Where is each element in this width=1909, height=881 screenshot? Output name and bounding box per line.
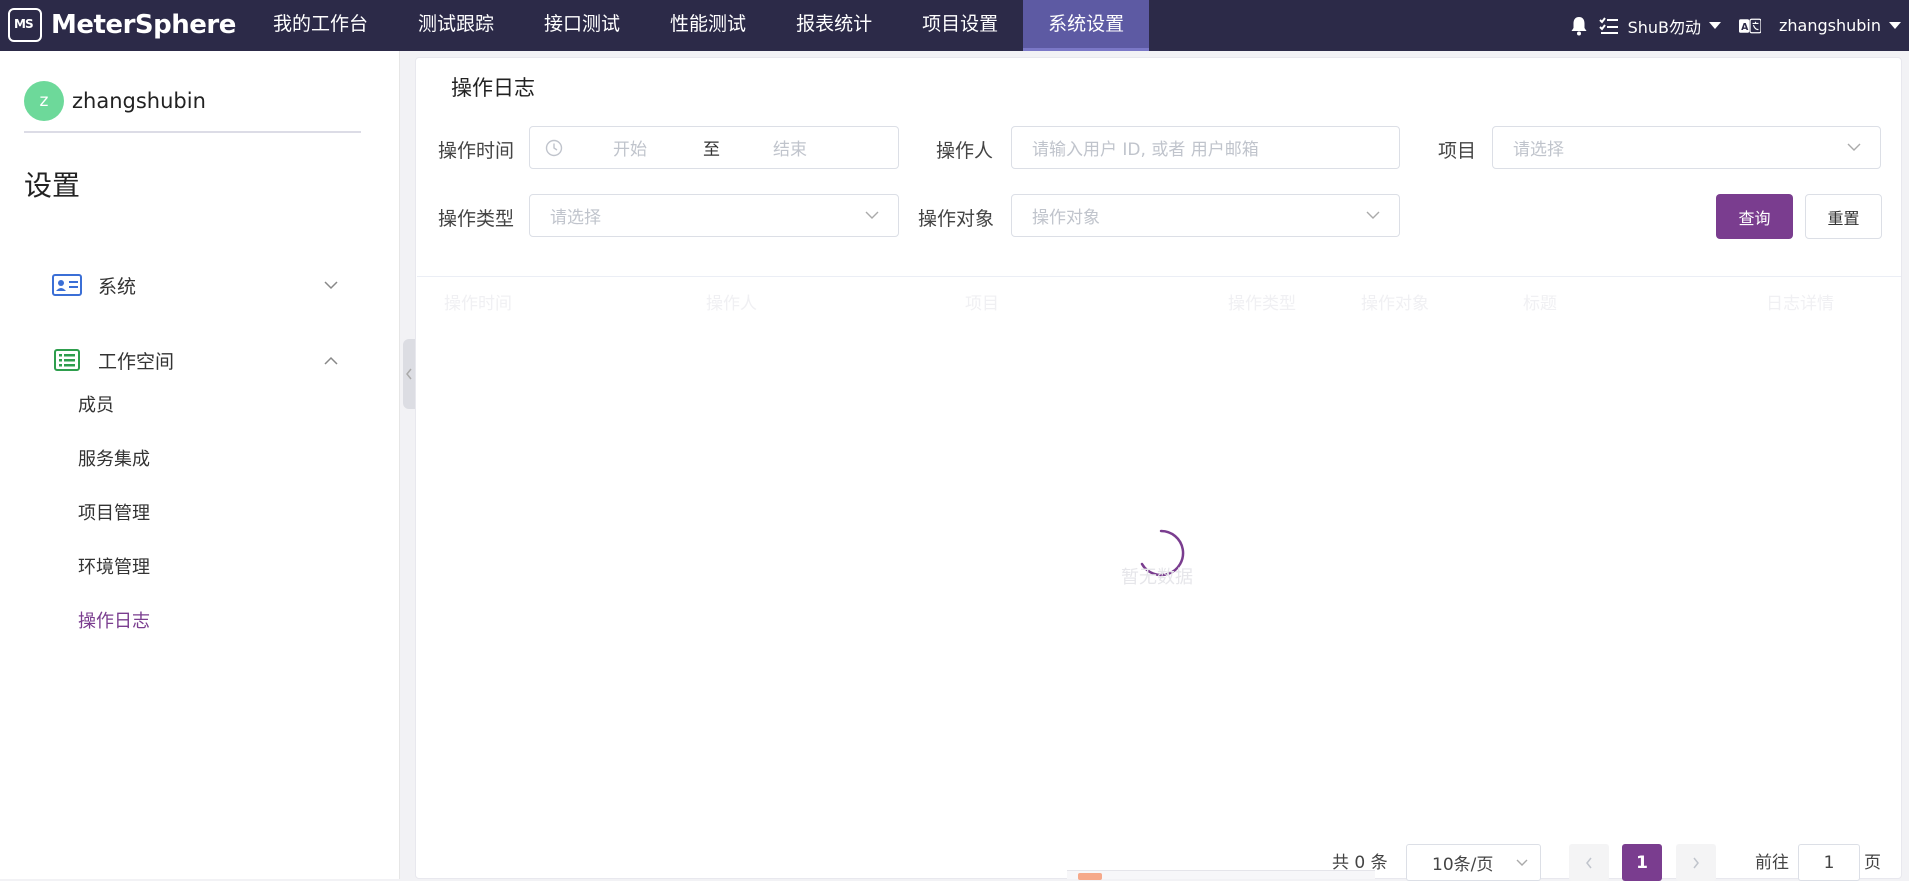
object-placeholder: 操作对象 bbox=[1032, 208, 1100, 228]
operation-type-select[interactable]: 请选择 bbox=[529, 194, 899, 237]
page-size-value: 10条/页 bbox=[1432, 855, 1494, 875]
type-filter-label: 操作类型 bbox=[438, 208, 515, 230]
page-size-select[interactable]: 10条/页 bbox=[1406, 844, 1541, 881]
logo-text: MeterSphere bbox=[51, 10, 236, 40]
bell-icon[interactable] bbox=[1568, 15, 1590, 37]
nav-system-settings[interactable]: 系统设置 bbox=[1023, 0, 1150, 51]
list-icon bbox=[52, 348, 82, 372]
time-start-placeholder: 开始 bbox=[613, 140, 647, 160]
sidebar-username: zhangshubin bbox=[72, 89, 206, 113]
goto-label: 前往 bbox=[1755, 853, 1789, 873]
main-nav: 我的工作台 测试跟踪 接口测试 性能测试 报表统计 项目设置 系统设置 bbox=[248, 0, 1150, 51]
time-range-picker[interactable]: 开始 至 结束 bbox=[529, 126, 899, 169]
workspace-dropdown-icon[interactable] bbox=[1709, 22, 1721, 29]
nav-performance-test[interactable]: 性能测试 bbox=[645, 0, 771, 51]
nav-reports[interactable]: 报表统计 bbox=[771, 0, 897, 51]
chevron-down-icon bbox=[862, 206, 882, 226]
task-list-icon[interactable] bbox=[1598, 15, 1620, 37]
type-placeholder: 请选择 bbox=[550, 208, 601, 228]
time-filter-label: 操作时间 bbox=[438, 140, 515, 162]
avatar: z bbox=[24, 81, 64, 121]
operator-input[interactable]: 请输入用户 ID, 或者 用户邮箱 bbox=[1011, 126, 1400, 169]
sidebar-item-service-integration[interactable]: 服务集成 bbox=[78, 445, 150, 471]
sidebar-item-environment-management[interactable]: 环境管理 bbox=[78, 553, 150, 579]
sidebar-title: 设置 bbox=[24, 169, 81, 202]
query-button[interactable]: 查询 bbox=[1716, 194, 1793, 239]
nav-project-settings[interactable]: 项目设置 bbox=[897, 0, 1023, 51]
project-filter-label: 项目 bbox=[1438, 140, 1477, 162]
sidebar-item-operation-log[interactable]: 操作日志 bbox=[78, 607, 150, 633]
operator-filter-label: 操作人 bbox=[936, 140, 994, 162]
clock-icon bbox=[545, 139, 563, 157]
column-header-title: 标题 bbox=[1523, 294, 1557, 314]
operation-object-select[interactable]: 操作对象 bbox=[1011, 194, 1400, 237]
sidebar-group-system[interactable]: 系统 bbox=[52, 263, 342, 307]
user-dropdown-icon[interactable] bbox=[1889, 22, 1901, 29]
language-icon[interactable]: A bbox=[1739, 15, 1761, 37]
operator-placeholder: 请输入用户 ID, 或者 用户邮箱 bbox=[1032, 140, 1259, 160]
sidebar-item-members[interactable]: 成员 bbox=[78, 391, 114, 417]
header-actions: ShuB勿动 A zhangshubin bbox=[1568, 0, 1909, 51]
column-header-project: 项目 bbox=[965, 294, 999, 314]
chevron-right-icon bbox=[1693, 857, 1699, 868]
nav-api-test[interactable]: 接口测试 bbox=[519, 0, 645, 51]
chevron-down-icon bbox=[1363, 206, 1383, 226]
table-divider bbox=[417, 276, 1901, 277]
chevron-down-icon bbox=[1516, 859, 1528, 866]
id-card-icon bbox=[52, 273, 82, 297]
workspace-switcher[interactable]: ShuB勿动 bbox=[1628, 14, 1701, 38]
sidebar-item-project-management[interactable]: 项目管理 bbox=[78, 499, 150, 525]
sidebar-user: z zhangshubin bbox=[24, 81, 361, 133]
notification-toast[interactable] bbox=[1067, 870, 1375, 880]
column-header-operator: 操作人 bbox=[706, 294, 757, 314]
column-header-details: 日志详情 bbox=[1766, 294, 1834, 314]
object-filter-label: 操作对象 bbox=[918, 208, 995, 230]
sidebar-group-workspace[interactable]: 工作空间 bbox=[52, 338, 342, 382]
operation-log-panel: 操作日志 操作时间 开始 至 结束 操作人 请输入用户 ID, 或者 用户邮箱 … bbox=[415, 57, 1902, 881]
column-header-time: 操作时间 bbox=[444, 294, 512, 314]
sidebar-collapse-handle[interactable] bbox=[403, 339, 415, 409]
column-header-object: 操作对象 bbox=[1361, 294, 1429, 314]
project-placeholder: 请选择 bbox=[1513, 140, 1564, 160]
next-page-button[interactable] bbox=[1676, 844, 1716, 881]
sidebar-group-label: 系统 bbox=[98, 275, 137, 298]
nav-test-tracking[interactable]: 测试跟踪 bbox=[393, 0, 519, 51]
chevron-left-icon bbox=[1586, 857, 1592, 868]
svg-text:A: A bbox=[1741, 21, 1749, 32]
user-menu[interactable]: zhangshubin bbox=[1779, 16, 1881, 35]
logo[interactable]: MeterSphere bbox=[8, 5, 236, 45]
time-range-separator: 至 bbox=[703, 140, 720, 160]
nav-my-workbench[interactable]: 我的工作台 bbox=[248, 0, 393, 51]
project-select[interactable]: 请选择 bbox=[1492, 126, 1881, 169]
page-suffix: 页 bbox=[1864, 853, 1881, 873]
page-title: 操作日志 bbox=[451, 76, 535, 100]
reset-button[interactable]: 重置 bbox=[1805, 194, 1882, 239]
chevron-up-icon bbox=[324, 353, 338, 367]
chevron-down-icon bbox=[1844, 138, 1864, 158]
sidebar-group-label: 工作空间 bbox=[98, 350, 175, 373]
empty-table-text: 暂无数据 bbox=[1121, 567, 1193, 588]
column-header-type: 操作类型 bbox=[1228, 294, 1296, 314]
prev-page-button[interactable] bbox=[1569, 844, 1609, 881]
page-number-current[interactable]: 1 bbox=[1622, 844, 1662, 881]
goto-page-input[interactable]: 1 bbox=[1798, 844, 1860, 881]
logo-mark-icon bbox=[8, 8, 42, 42]
time-end-placeholder: 结束 bbox=[773, 140, 807, 160]
chevron-down-icon bbox=[324, 278, 338, 292]
settings-sidebar: z zhangshubin 设置 系统 工作空间 成员 服务集成 项目管理 环境… bbox=[0, 51, 400, 879]
top-navigation-bar: MeterSphere 我的工作台 测试跟踪 接口测试 性能测试 报表统计 项目… bbox=[0, 0, 1909, 51]
